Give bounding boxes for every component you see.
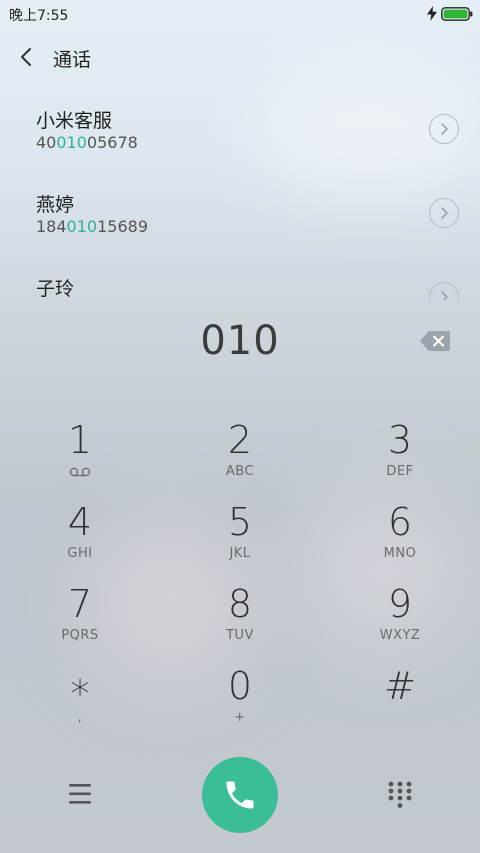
contact-number: 18401015689	[36, 217, 148, 236]
key-0[interactable]: 0 +	[180, 658, 300, 734]
contact-name: 燕婷	[36, 194, 75, 216]
number-match-highlight: 010	[56, 133, 87, 152]
chevron-right-icon	[441, 291, 448, 300]
status-time: 晚上7:55	[9, 8, 69, 24]
contact-item[interactable]: 子玲	[0, 262, 480, 300]
key-letters: WXYZ	[379, 628, 421, 643]
key-letters: +	[234, 710, 246, 725]
key-digit: 3	[387, 418, 413, 462]
key-9[interactable]: 9 WXYZ	[340, 576, 460, 652]
contact-detail-button[interactable]	[429, 198, 459, 228]
key-letters: DEF	[386, 464, 414, 479]
contact-detail-button[interactable]	[429, 282, 459, 300]
call-button[interactable]	[202, 757, 278, 833]
key-letters: PQRS	[61, 628, 99, 643]
contact-name: 子玲	[36, 278, 75, 300]
number-match-highlight: 010	[66, 217, 98, 236]
key-5[interactable]: 5 JKL	[180, 494, 300, 570]
key-1[interactable]: 1	[20, 412, 140, 488]
backspace-icon[interactable]	[419, 330, 451, 352]
key-star[interactable]: ∗ ,	[20, 658, 140, 734]
key-letters: ABC	[225, 464, 255, 479]
key-8[interactable]: 8 TUV	[180, 576, 300, 652]
key-digit: 4	[67, 500, 93, 544]
dialed-number-display: 010	[200, 318, 280, 364]
key-hash[interactable]: #	[340, 658, 460, 734]
key-letters: ,	[77, 710, 83, 725]
key-letters: MNO	[383, 546, 417, 561]
key-digit: 5	[227, 500, 253, 544]
key-digit: 8	[227, 582, 253, 626]
key-letters: TUV	[226, 628, 254, 643]
contact-item[interactable]: 小米客服 4001005678	[0, 94, 480, 178]
contact-item[interactable]: 燕婷 18401015689	[0, 178, 480, 262]
contact-number: 4001005678	[36, 133, 138, 152]
chevron-right-icon	[441, 207, 448, 219]
battery-icon	[441, 7, 473, 21]
charging-bolt-icon	[427, 6, 437, 21]
key-digit: 9	[387, 582, 413, 626]
phone-icon	[226, 781, 254, 809]
status-bar: 晚上7:55	[0, 0, 480, 28]
key-digit: 1	[67, 418, 93, 462]
contact-results-list: 小米客服 4001005678 燕婷 18401015689 子玲	[0, 94, 480, 300]
page-title: 通话	[53, 49, 92, 71]
key-4[interactable]: 4 GHI	[20, 494, 140, 570]
voicemail-icon	[69, 467, 91, 477]
key-letters: GHI	[67, 546, 93, 561]
contact-detail-button[interactable]	[429, 114, 459, 144]
key-2[interactable]: 2 ABC	[180, 412, 300, 488]
menu-icon[interactable]	[66, 781, 94, 807]
contact-name: 小米客服	[36, 110, 113, 132]
key-digit: ∗	[68, 664, 92, 708]
key-7[interactable]: 7 PQRS	[20, 576, 140, 652]
header: 通话	[0, 38, 480, 78]
chevron-right-icon	[441, 123, 448, 135]
key-6[interactable]: 6 MNO	[340, 494, 460, 570]
key-digit: 7	[67, 582, 93, 626]
key-letters: JKL	[229, 546, 251, 561]
key-digit: 6	[387, 500, 413, 544]
back-arrow-icon[interactable]	[14, 44, 40, 70]
key-3[interactable]: 3 DEF	[340, 412, 460, 488]
key-digit: 0	[227, 664, 253, 708]
dialpad-toggle-icon[interactable]	[386, 780, 414, 810]
key-digit: 2	[227, 418, 253, 462]
key-digit: #	[384, 664, 416, 708]
